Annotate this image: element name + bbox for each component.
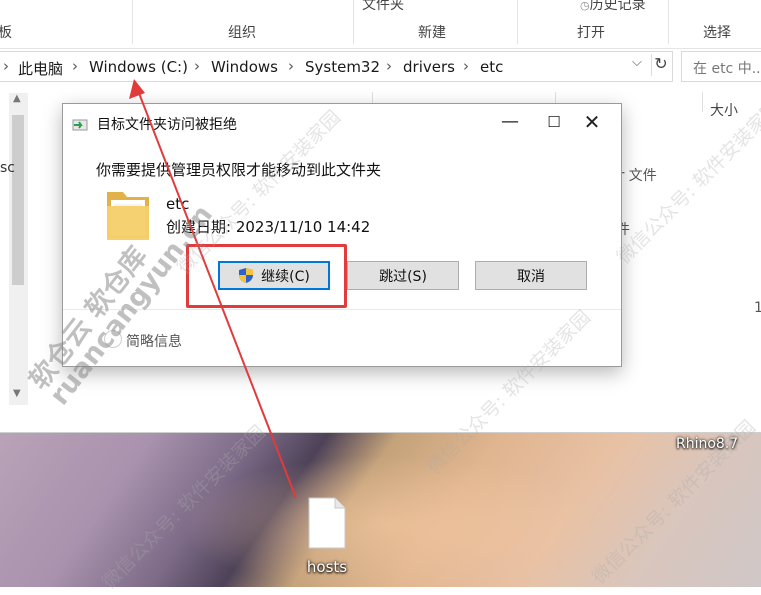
vertical-scrollbar[interactable]: ▲ ▼: [9, 93, 28, 405]
ribbon-group-new: 新建: [418, 25, 446, 41]
dialog-title: 目标文件夹访问被拒绝: [97, 117, 237, 133]
chevron-down-icon[interactable]: ⌵: [632, 55, 642, 70]
file-size-fragment: 1: [754, 300, 761, 316]
access-denied-dialog: 目标文件夹访问被拒绝 — ☐ ✕ 你需要提供管理员权限才能移动到此文件夹 etc…: [62, 103, 622, 367]
refresh-icon[interactable]: ↻: [651, 54, 670, 76]
breadcrumb-this-pc[interactable]: 此电脑: [18, 58, 63, 79]
search-placeholder[interactable]: 在 etc 中...: [693, 58, 761, 78]
scroll-up-icon[interactable]: ▲: [13, 93, 21, 104]
history-icon: ◷: [580, 0, 590, 12]
breadcrumb-system32[interactable]: System32: [305, 58, 380, 76]
desktop-file-label[interactable]: hosts: [296, 558, 358, 576]
breadcrumb-drive-c[interactable]: Windows (C:): [89, 58, 188, 76]
scrollbar-thumb[interactable]: [12, 115, 24, 285]
close-button[interactable]: ✕: [570, 109, 614, 135]
breadcrumb-windows[interactable]: Windows: [211, 58, 278, 76]
ribbon-separator: [132, 0, 133, 44]
column-header-size[interactable]: 大小: [710, 100, 738, 120]
scroll-down-icon[interactable]: ▼: [13, 388, 21, 399]
address-bar[interactable]: › 此电脑 › Windows (C:) › Windows › System3…: [0, 51, 673, 82]
column-divider[interactable]: [702, 92, 703, 112]
ribbon-separator: [353, 0, 354, 44]
breadcrumb-drivers[interactable]: drivers: [403, 58, 455, 76]
ribbon-group-select: 选择: [703, 25, 731, 41]
search-box[interactable]: 在 etc 中...: [681, 51, 761, 82]
ribbon-separator: [517, 0, 518, 44]
ribbon-top-item[interactable]: 文件夹: [362, 0, 404, 14]
chevron-right-icon[interactable]: ›: [386, 57, 392, 75]
chevron-right-icon[interactable]: ›: [3, 57, 9, 75]
breadcrumb-etc[interactable]: etc: [480, 58, 503, 76]
skip-button[interactable]: 跳过(S): [347, 261, 459, 290]
minimize-button[interactable]: —: [488, 109, 532, 135]
chevron-right-icon[interactable]: ›: [288, 57, 294, 75]
move-folder-icon: [72, 119, 88, 131]
ribbon-group-open: 打开: [577, 25, 605, 41]
file-icon[interactable]: [308, 497, 346, 549]
ribbon-history[interactable]: ◷历史记录: [580, 0, 646, 14]
folder-icon: [107, 192, 149, 240]
ribbon-group-organize: 组织: [228, 25, 256, 41]
history-label: 历史记录: [589, 0, 646, 13]
cancel-button[interactable]: 取消: [475, 261, 587, 290]
details-toggle[interactable]: 简略信息: [126, 331, 182, 351]
chevron-right-icon[interactable]: ›: [463, 57, 469, 75]
file-name-fragment[interactable]: sc: [0, 160, 15, 176]
dialog-message: 你需要提供管理员权限才能移动到此文件夹: [96, 161, 382, 179]
ribbon-separator: [668, 0, 669, 44]
wallpaper-glow: [180, 455, 600, 595]
ribbon-group-clipboard: 板: [0, 25, 12, 41]
chevron-right-icon[interactable]: ›: [72, 57, 78, 75]
ribbon: 文件夹 ◷历史记录 板 组织 新建 打开 选择: [0, 0, 761, 49]
chevron-right-icon[interactable]: ›: [194, 57, 200, 75]
